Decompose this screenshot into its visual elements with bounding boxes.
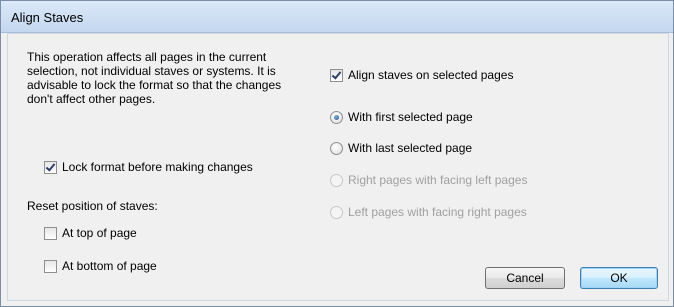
align-staves-dialog: Align Staves This operation affects all … (0, 0, 674, 307)
lock-format-label: Lock format before making changes (62, 160, 253, 174)
align-selected-check-box[interactable] (330, 68, 343, 82)
at-top-of-page-checkbox[interactable]: At top of page (44, 226, 137, 240)
description-text: This operation affects all pages in the … (27, 50, 282, 106)
radio-button-right-pages (330, 173, 343, 187)
at-bottom-label: At bottom of page (62, 259, 157, 273)
radio-button-last[interactable] (330, 141, 343, 155)
align-selected-pages-checkbox[interactable]: Align staves on selected pages (330, 68, 513, 82)
ok-button[interactable]: OK (580, 267, 658, 289)
at-bottom-of-page-checkbox[interactable]: At bottom of page (44, 259, 157, 273)
dialog-title: Align Staves (11, 10, 84, 25)
lock-format-checkbox[interactable]: Lock format before making changes (44, 160, 253, 174)
radio-with-last-selected-page[interactable]: With last selected page (330, 141, 472, 155)
lock-format-check-box[interactable] (44, 160, 57, 174)
radio-button-first[interactable] (330, 110, 343, 124)
at-bottom-check-box[interactable] (44, 259, 57, 273)
reset-position-heading: Reset position of staves: (27, 199, 158, 213)
cancel-button[interactable]: Cancel (485, 267, 565, 289)
radio-button-left-pages (330, 205, 343, 219)
radio-right-pages-facing-left: Right pages with facing left pages (330, 173, 527, 187)
radio-right-pages-label: Right pages with facing left pages (348, 173, 528, 187)
radio-first-label: With first selected page (348, 110, 473, 124)
radio-with-first-selected-page[interactable]: With first selected page (330, 110, 473, 124)
radio-last-label: With last selected page (348, 141, 473, 155)
at-top-label: At top of page (62, 226, 137, 240)
title-bar[interactable]: Align Staves (1, 1, 673, 33)
dialog-body: This operation affects all pages in the … (7, 33, 669, 301)
align-selected-label: Align staves on selected pages (348, 68, 514, 82)
radio-left-pages-facing-right: Left pages with facing right pages (330, 205, 527, 219)
radio-left-pages-label: Left pages with facing right pages (348, 205, 527, 219)
at-top-check-box[interactable] (44, 226, 57, 240)
